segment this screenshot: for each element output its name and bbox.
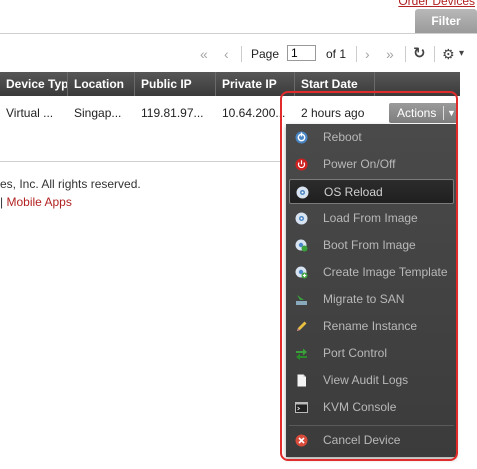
pager-divider [241, 46, 242, 62]
footer-divider [0, 161, 280, 162]
top-divider [0, 33, 477, 34]
page-number-input[interactable] [287, 45, 316, 61]
next-page-icon[interactable]: › [365, 45, 370, 63]
filter-tab[interactable]: Filter [415, 9, 477, 33]
column-header-device-type[interactable]: Device Typ [0, 72, 68, 96]
settings-caret-icon[interactable]: ▾ [459, 45, 464, 63]
page-label: Page [251, 47, 280, 61]
filter-label: Filter [431, 14, 461, 28]
footer-separator: | [0, 195, 4, 209]
highlight-annotation-box [280, 91, 458, 461]
order-devices-link[interactable]: Order Devices [398, 0, 475, 8]
cell-device-type: Virtual ... [6, 106, 54, 120]
column-header-location[interactable]: Location [68, 72, 135, 96]
pager-divider [356, 46, 357, 62]
first-page-icon[interactable]: « [200, 45, 208, 63]
refresh-icon[interactable]: ↻ [413, 45, 426, 63]
last-page-icon[interactable]: » [386, 45, 394, 63]
settings-gear-icon[interactable]: ⚙ [442, 45, 455, 63]
pager: « ‹ Page of 1 › » ↻ ⚙ ▾ [0, 45, 477, 65]
column-header-public-ip[interactable]: Public IP [135, 72, 216, 96]
pager-divider [434, 46, 435, 62]
cell-location: Singap... [74, 106, 122, 120]
copyright-text: es, Inc. All rights reserved. [0, 177, 141, 191]
page-count-label: of 1 [326, 47, 347, 61]
prev-page-icon[interactable]: ‹ [224, 45, 229, 63]
pager-divider [405, 46, 406, 62]
cell-public-ip: 119.81.97... [141, 106, 204, 120]
mobile-apps-link[interactable]: Mobile Apps [6, 195, 71, 209]
footer-links: | Mobile Apps [0, 195, 72, 209]
